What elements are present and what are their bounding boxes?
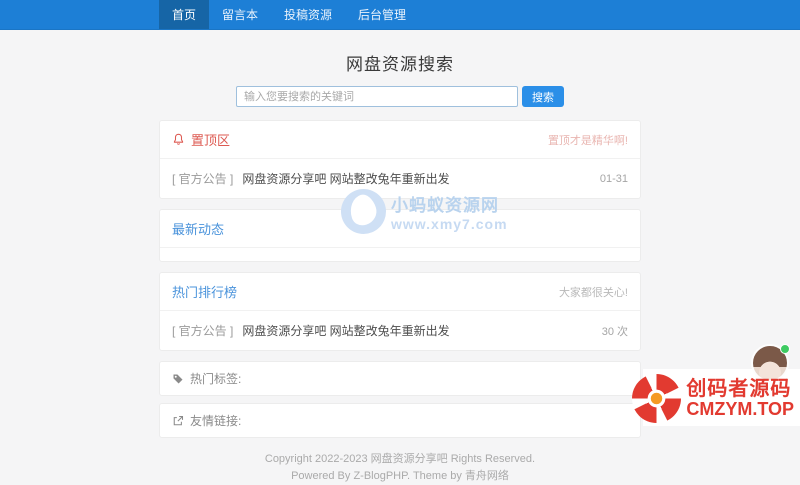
main-content: 置顶区 置顶才是精华啊! [ 官方公告 ] 网盘资源分享吧 网站整改兔年重新出发…: [159, 120, 641, 485]
pinned-item-category-link[interactable]: [ 官方公告 ]: [172, 170, 233, 187]
top-nav: 首页 留言本 投稿资源 后台管理: [0, 0, 800, 30]
pinned-card: 置顶区 置顶才是精华啊! [ 官方公告 ] 网盘资源分享吧 网站整改兔年重新出发…: [159, 120, 641, 199]
corner-watermark-name: 创码者源码: [686, 378, 794, 400]
pinned-subtitle: 置顶才是精华啊!: [548, 132, 628, 148]
external-link-icon: [172, 415, 184, 427]
footer-copyright: Copyright 2022-2023 网盘资源分享吧 Rights Reser…: [159, 451, 641, 468]
pinned-title: 置顶区: [191, 130, 230, 149]
hot-tags-card: 热门标签:: [159, 361, 641, 396]
hot-ranking-card-header: 热门排行榜 大家都很关心!: [160, 273, 640, 311]
page-title: 网盘资源搜索: [0, 50, 800, 75]
top-nav-inner: 首页 留言本 投稿资源 后台管理: [159, 0, 641, 29]
search-bar: 搜索: [0, 86, 800, 107]
search-input[interactable]: [236, 86, 518, 107]
pinned-card-header: 置顶区 置顶才是精华啊!: [160, 121, 640, 159]
friend-links-label: 友情链接:: [190, 412, 241, 429]
nav-item-home[interactable]: 首页: [159, 0, 209, 29]
corner-watermark-url: CMZYM.TOP: [686, 400, 794, 420]
friend-links-card: 友情链接:: [159, 403, 641, 438]
corner-watermark: 创码者源码 CMZYM.TOP: [632, 374, 794, 423]
nav-item-submit[interactable]: 投稿资源: [271, 0, 345, 29]
latest-title: 最新动态: [172, 219, 224, 238]
search-button[interactable]: 搜索: [522, 86, 564, 107]
footer-powered-by: Powered By Z-BlogPHP. Theme by 青舟网络: [159, 468, 641, 485]
bell-icon: [172, 133, 185, 146]
hot-item-title-link[interactable]: 网盘资源分享吧 网站整改兔年重新出发: [242, 322, 449, 339]
footer: Copyright 2022-2023 网盘资源分享吧 Rights Reser…: [159, 451, 641, 485]
pinned-list-item: [ 官方公告 ] 网盘资源分享吧 网站整改兔年重新出发 01-31: [160, 159, 640, 198]
tag-icon: [172, 373, 184, 385]
hot-list-item: [ 官方公告 ] 网盘资源分享吧 网站整改兔年重新出发 30 次: [160, 311, 640, 350]
latest-card: 最新动态: [159, 209, 641, 262]
latest-empty-body: [160, 248, 640, 261]
hot-item-category-link[interactable]: [ 官方公告 ]: [172, 322, 233, 339]
online-status-dot: [780, 344, 790, 354]
nav-item-admin[interactable]: 后台管理: [345, 0, 419, 29]
pinned-item-title-link[interactable]: 网盘资源分享吧 网站整改兔年重新出发: [242, 170, 449, 187]
pinned-item-date: 01-31: [600, 173, 628, 185]
hot-item-views: 30 次: [602, 323, 628, 339]
latest-card-header: 最新动态: [160, 210, 640, 248]
hot-ranking-title: 热门排行榜: [172, 282, 237, 301]
hot-ranking-card: 热门排行榜 大家都很关心! [ 官方公告 ] 网盘资源分享吧 网站整改兔年重新出…: [159, 272, 641, 351]
nav-item-guestbook[interactable]: 留言本: [209, 0, 271, 29]
pinwheel-logo-icon: [632, 374, 681, 423]
hot-ranking-subtitle: 大家都很关心!: [559, 284, 628, 300]
hot-tags-label: 热门标签:: [190, 370, 241, 387]
